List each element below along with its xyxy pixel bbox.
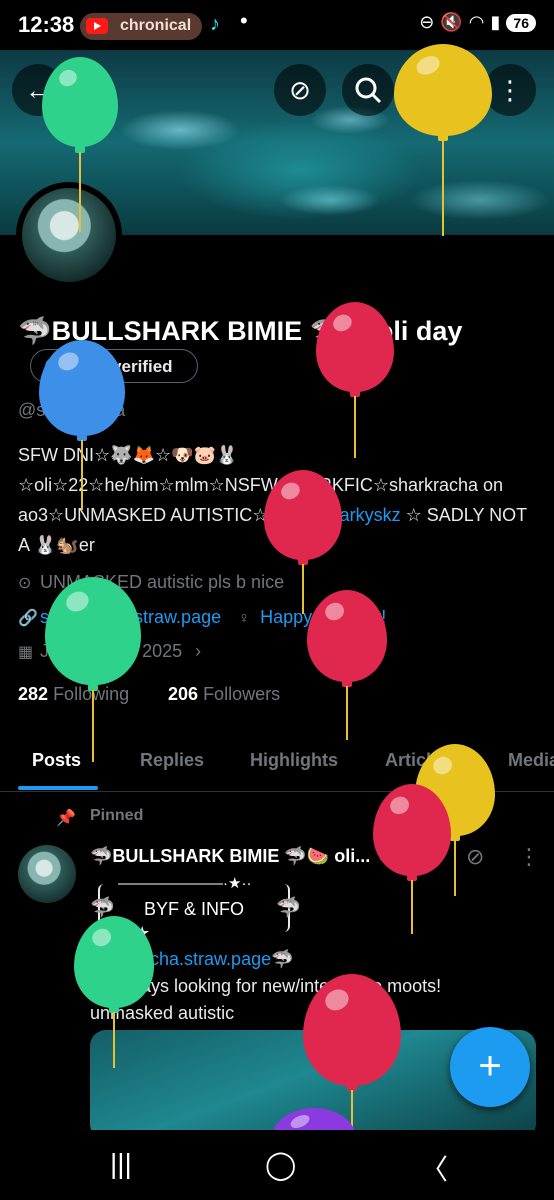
wifi-icon: ◠ [468,12,485,32]
website-row: 🔗 sharkracha.straw.page ♀ Happy birthday! [18,607,386,628]
search-icon [355,77,382,104]
search-button[interactable] [342,64,394,116]
grok-icon: ⊘ [289,74,311,105]
system-nav-bar: ||| ◯ 〈 [0,1130,554,1200]
handle: @sh4rkracha [18,400,126,420]
post-author[interactable]: 🦈BULLSHARK BIMIE 🦈🍉 oli... [90,846,370,867]
post-link[interactable]: sharkracha.straw.page [90,949,271,969]
chevron-right-icon: › [195,641,202,661]
post-date: · 13 Feb [378,848,442,867]
get-verified-label: Get verified [79,357,173,376]
notification-dot-icon: • [240,8,248,33]
tab-articles[interactable]: Articles [385,750,451,771]
more-vertical-icon: ⋮ [497,74,523,105]
following-label: Following [53,684,130,704]
followers-count: 206 [168,684,199,704]
signal-icon: ▮ [490,12,501,32]
shark-icon: 🦈 [90,897,115,919]
pinned-label: Pinned [90,807,144,824]
back-nav-button[interactable]: 〈 [420,1148,448,1188]
post-link-suffix: 🦈 [271,949,294,969]
balloon-string [346,686,348,740]
home-button[interactable]: ◯ [265,1148,296,1181]
more-vertical-icon[interactable]: ⋮ [518,844,540,870]
balloon-icon: ♀ [238,610,251,627]
bio: SFW DNI☆🐺🦊☆🐶🐷🐰☆oli☆22☆he/him☆mlm☆NSFW☆DA… [18,440,538,560]
followers-link[interactable]: 206 Followers [168,684,280,705]
following-count: 282 [18,684,49,704]
get-verified-button[interactable]: ✓ Get verified [30,349,198,383]
tiktok-icon: ♪ [210,13,220,35]
arrow-left-icon: ← [25,74,51,105]
following-link[interactable]: 282 Following [18,684,129,705]
balloon-knot [450,834,460,841]
calendar-icon: ▦ [18,644,34,661]
link-icon: 🔗 [18,610,38,627]
post-decoration: ⊹—·.★ [90,923,151,943]
dnd-icon: ⊖ [419,12,435,32]
balloon-string [454,840,456,896]
youtube-notification-pill[interactable]: chronical [80,13,202,40]
avatar[interactable] [22,188,116,282]
grok-icon[interactable]: ⊘ [466,844,484,870]
edit-icon: ✎ [427,74,449,105]
tab-media[interactable]: Media [508,750,554,771]
balloon-knot [342,680,352,687]
status-time: 12:38 [18,12,75,37]
youtube-icon [86,18,108,34]
edit-button[interactable]: ✎ [412,64,464,116]
joined-text: Joined June 2025 [40,641,183,661]
active-tab-indicator [18,786,98,790]
pin-icon: 📌 [56,810,76,827]
birthday-text: Happy birthday! [260,607,387,627]
shark-icon: 🦈 [276,897,301,919]
recents-button[interactable]: ||| [110,1148,132,1180]
grok-button[interactable]: ⊘ [274,64,326,116]
tab-highlights[interactable]: Highlights [250,750,338,771]
bio-mention-link[interactable]: @sharkyskz [302,505,400,525]
post-text: sharkracha.straw.page🦈 im always looking… [90,946,530,1027]
more-options-button[interactable]: ⋮ [484,64,536,116]
compose-button[interactable]: + [450,1027,530,1107]
post-line: unmasked autistic [90,1003,235,1023]
battery-icon: 76 [506,13,536,32]
back-button[interactable]: ← [12,64,64,116]
system-icons: ⊖ 🔇 ◠ ▮ 76 [419,12,536,33]
display-name: 🦈BULLSHARK BIMIE 🦈🍉oli day [18,316,463,346]
verified-check-icon: ✓ [45,357,65,377]
balloon-knot [350,390,360,397]
status-bar: 12:38 chronical ♪ • ⊖ 🔇 ◠ ▮ 76 [0,0,554,50]
tab-replies[interactable]: Replies [140,750,204,771]
byf-label: BYF & INFO [144,899,245,919]
profile-tabs: Posts Replies Highlights Articles Media [0,740,554,792]
mute-icon: 🔇 [440,12,463,32]
location-pin-icon: ⊙ [18,575,32,592]
balloon-knot [407,874,417,881]
location-row: ⊙ UNMASKED autistic pls b nice [18,572,284,593]
post-avatar[interactable] [18,845,76,903]
post-line: im always looking for new/interactive mo… [90,976,442,996]
balloon-red [307,590,387,682]
tab-posts[interactable]: Posts [32,750,81,771]
website-link[interactable]: sharkracha.straw.page [40,607,221,627]
balloon-green [45,577,141,685]
joined-row[interactable]: ▦ Joined June 2025 › [18,641,201,662]
followers-label: Followers [203,684,281,704]
location-text: UNMASKED autistic pls b nice [40,572,285,592]
notification-text: chronical [120,17,192,34]
